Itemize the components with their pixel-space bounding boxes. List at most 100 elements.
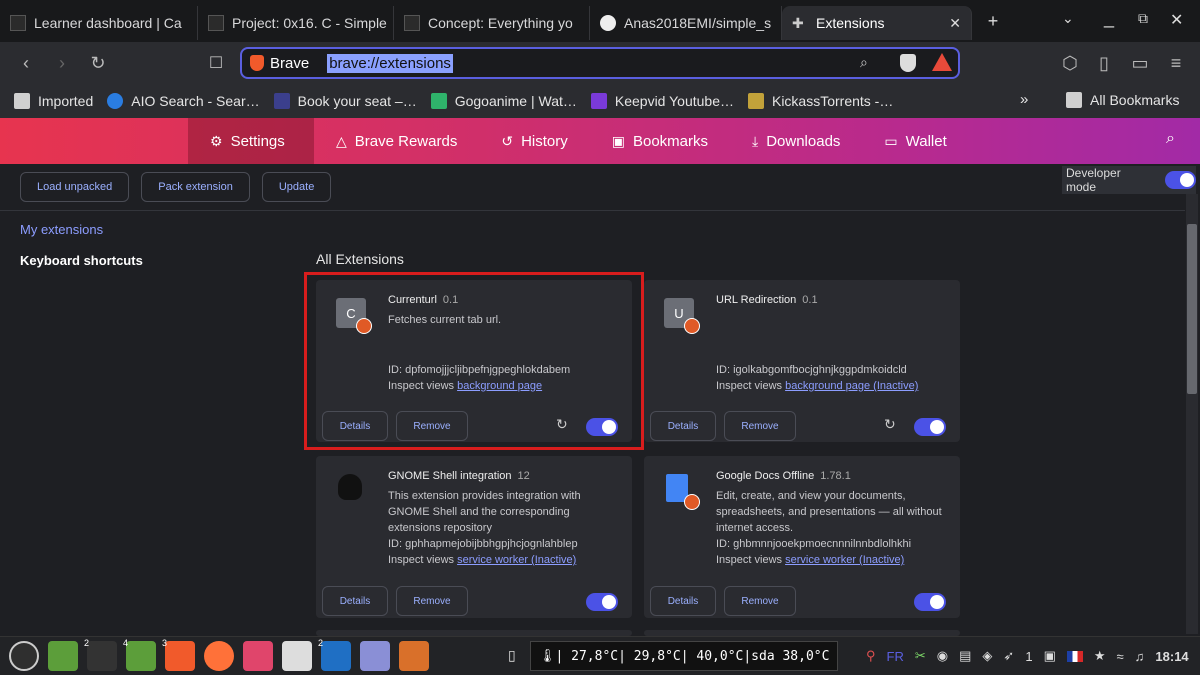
language-indicator[interactable]: FR xyxy=(887,649,904,664)
bookmarks-bar: Imported AIO Search - Sear… Book your se… xyxy=(0,84,1200,118)
favicon-icon xyxy=(404,15,420,31)
brave-icon[interactable]: 3 xyxy=(162,638,195,671)
star-icon[interactable]: ★ xyxy=(1094,648,1106,664)
bookmark-book-seat[interactable]: Book your seat –… xyxy=(273,93,417,109)
reload-icon[interactable]: ↻ xyxy=(884,416,896,433)
scissors-icon[interactable]: ✂ xyxy=(915,648,926,664)
clock[interactable]: 18:14 xyxy=(1155,649,1188,664)
details-button[interactable]: Details xyxy=(322,586,388,616)
search-icon[interactable]: ⌕ xyxy=(1166,130,1175,148)
extension-name: URL Redirection 0.1 xyxy=(716,294,818,306)
tab-github[interactable]: Anas2018EMI/simple_s xyxy=(590,6,782,40)
sidebar-item-keyboard-shortcuts[interactable]: Keyboard shortcuts xyxy=(20,253,143,268)
enable-toggle[interactable] xyxy=(586,593,618,611)
shield-icon[interactable]: ◈ xyxy=(982,648,992,664)
forward-icon[interactable]: › xyxy=(44,45,80,81)
keyboard-icon[interactable]: ▣ xyxy=(1044,648,1056,664)
remove-button[interactable]: Remove xyxy=(724,586,796,616)
bookmark-label: KickassTorrents -… xyxy=(771,93,894,109)
tab-title: Extensions xyxy=(816,15,885,31)
mint-menu-icon[interactable] xyxy=(9,641,39,671)
all-bookmarks[interactable]: All Bookmarks xyxy=(1066,92,1179,108)
bookmark-aio-search[interactable]: AIO Search - Sear… xyxy=(107,93,260,109)
inspect-label: Inspect views xyxy=(388,554,458,566)
bookmark-icon[interactable]: ☐ xyxy=(198,45,234,81)
extensions-icon[interactable]: ⬡ xyxy=(1052,45,1088,81)
text-editor-icon[interactable] xyxy=(360,641,390,671)
pagetab-label: Bookmarks xyxy=(632,132,708,150)
pack-extension-button[interactable]: Pack extension xyxy=(141,172,250,202)
notification-icon[interactable]: ➶ xyxy=(1003,648,1014,664)
enable-toggle[interactable] xyxy=(914,593,946,611)
back-icon[interactable]: ‹ xyxy=(8,45,44,81)
developer-mode-toggle[interactable] xyxy=(1165,171,1196,189)
window-icon[interactable]: ▯ xyxy=(508,647,516,664)
reload-icon[interactable]: ↻ xyxy=(80,45,116,81)
sidebar-icon[interactable]: ▯ xyxy=(1086,45,1122,81)
tab-extensions[interactable]: ✚ Extensions ✕ xyxy=(782,6,972,40)
history-icon: ↺ xyxy=(501,132,514,149)
tab-list-chevron-icon[interactable]: ⌄ xyxy=(1062,10,1074,27)
section-title: All Extensions xyxy=(316,251,404,267)
bookmark-label: Keepvid Youtube… xyxy=(614,93,734,109)
details-button[interactable]: Details xyxy=(650,586,716,616)
pagetab-wallet[interactable]: ▭ Wallet xyxy=(862,118,968,164)
scrollbar-thumb[interactable] xyxy=(1187,224,1197,394)
music-icon[interactable] xyxy=(282,641,312,671)
address-bar[interactable]: Brave brave://extensions ⌕ xyxy=(240,47,960,79)
extension-name: GNOME Shell integration 12 xyxy=(388,470,530,482)
minimize-icon[interactable]: _ xyxy=(1104,8,1114,29)
enable-toggle[interactable] xyxy=(914,418,946,436)
clipboard-icon[interactable]: ▤ xyxy=(959,648,971,664)
wallet-icon[interactable]: ▭ xyxy=(1122,45,1158,81)
menu-icon[interactable]: ≡ xyxy=(1158,45,1194,81)
bookmark-gogoanime[interactable]: Gogoanime | Wat… xyxy=(430,93,577,109)
disc-icon[interactable]: ◉ xyxy=(937,648,948,664)
puzzle-icon: ✚ xyxy=(792,15,804,31)
update-button[interactable]: Update xyxy=(261,172,332,202)
maximize-icon[interactable]: ⧉ xyxy=(1138,10,1148,27)
pagetab-history[interactable]: ↺ History xyxy=(479,118,589,164)
image-viewer-icon[interactable] xyxy=(243,641,273,671)
inspect-link[interactable]: service worker (Inactive) xyxy=(785,554,904,566)
tab-project[interactable]: Project: 0x16. C - Simple xyxy=(198,6,394,40)
bookmark-label: Book your seat –… xyxy=(297,93,417,109)
zoom-icon[interactable]: ⌕ xyxy=(860,54,868,71)
sidebar-nav: My extensions Keyboard shortcuts xyxy=(20,222,143,284)
inspect-link[interactable]: service worker (Inactive) xyxy=(457,554,576,566)
terminal-icon[interactable]: 2 xyxy=(84,638,117,671)
tab-concept[interactable]: Concept: Everything yo xyxy=(394,6,590,40)
load-unpacked-button[interactable]: Load unpacked xyxy=(20,172,130,202)
url-text[interactable]: brave://extensions xyxy=(327,53,453,73)
pagetab-rewards[interactable]: △ Brave Rewards xyxy=(314,118,479,164)
inspect-link[interactable]: background page (Inactive) xyxy=(785,380,918,392)
system-monitor: 🌡| 27,8°C| 29,8°C| 40,0°C|sda 38,0°C xyxy=(530,641,839,671)
brave-shields-icon[interactable] xyxy=(900,54,916,72)
more-bookmarks-chevron-icon[interactable]: » xyxy=(1020,91,1028,108)
sidebar-item-my-extensions[interactable]: My extensions xyxy=(20,222,143,237)
pagetab-bookmarks[interactable]: ▣ Bookmarks xyxy=(590,118,730,164)
firefox-icon[interactable] xyxy=(204,641,234,671)
tab-learner-dashboard[interactable]: Learner dashboard | Ca xyxy=(0,6,198,40)
remove-button[interactable]: Remove xyxy=(724,411,796,441)
details-button[interactable]: Details xyxy=(650,411,716,441)
remove-button[interactable]: Remove xyxy=(396,586,468,616)
wifi-icon[interactable]: ≈ xyxy=(1117,649,1124,664)
bookmark-imported[interactable]: Imported xyxy=(14,93,93,109)
vscode-icon[interactable]: 2 xyxy=(318,638,351,671)
new-tab-button[interactable]: + xyxy=(978,11,1008,32)
close-tab-icon[interactable]: ✕ xyxy=(949,15,961,32)
pagetab-downloads[interactable]: ⤓ Downloads xyxy=(730,118,862,164)
bookmark-kickass[interactable]: KickassTorrents -… xyxy=(747,93,894,109)
rewards-triangle-icon[interactable] xyxy=(932,53,952,71)
files-icon[interactable] xyxy=(48,641,78,671)
close-window-icon[interactable]: ✕ xyxy=(1170,10,1183,30)
pagetab-label: Downloads xyxy=(766,132,841,150)
workspace-count[interactable]: 1 xyxy=(1025,649,1032,664)
slides-icon[interactable] xyxy=(399,641,429,671)
bookmark-keepvid[interactable]: Keepvid Youtube… xyxy=(590,93,734,109)
page-scrollbar[interactable] xyxy=(1186,194,1198,634)
files-icon[interactable]: 4 xyxy=(123,638,156,671)
pagetab-settings[interactable]: ⚙ Settings xyxy=(188,118,314,164)
sound-icon[interactable]: ♫ xyxy=(1135,649,1145,664)
